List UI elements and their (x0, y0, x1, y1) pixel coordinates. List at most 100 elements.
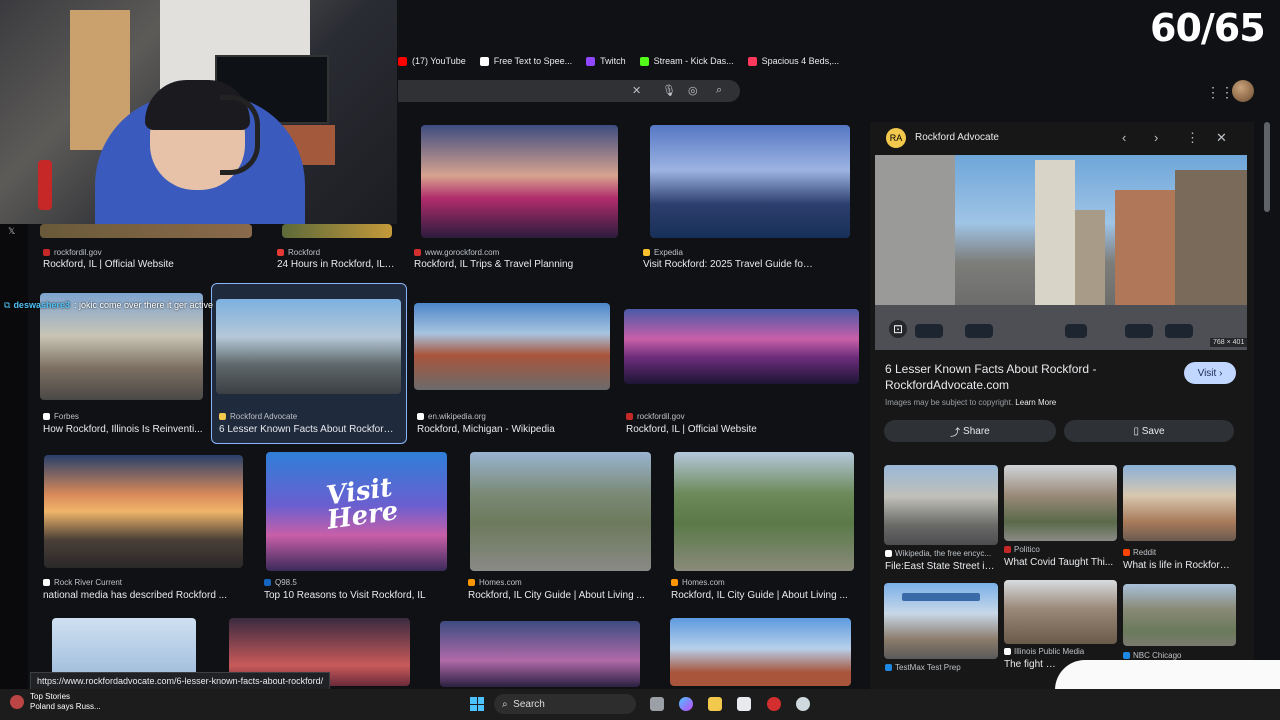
favicon-icon (643, 249, 650, 256)
result-source: Q98.5 (264, 578, 297, 587)
related-image[interactable] (1004, 580, 1117, 644)
related-title[interactable]: The fight to e (1004, 659, 1056, 670)
result-image-8[interactable] (624, 309, 859, 384)
related-title[interactable]: What Covid Taught Thi... (1004, 557, 1116, 568)
related-image[interactable] (884, 583, 998, 659)
save-button[interactable]: ▯ Save (1064, 420, 1234, 442)
related-source: Politico (1004, 545, 1040, 554)
result-image-7[interactable] (414, 303, 610, 390)
twitch-icon (586, 56, 596, 66)
result-title[interactable]: 6 Lesser Known Facts About Rockford ... (219, 424, 399, 435)
previous-icon[interactable]: ‹ (1122, 130, 1126, 145)
news-widget[interactable]: Top Stories Poland says Russ... (10, 692, 101, 712)
left-edge-strip (0, 224, 28, 694)
favicon-icon (43, 579, 50, 586)
result-image-12[interactable] (674, 452, 854, 571)
taskbar-search[interactable]: ⌕ Search (494, 694, 636, 714)
store-icon[interactable] (737, 697, 751, 711)
bookmark-airbnb[interactable]: Spacious 4 Beds,... (747, 56, 839, 66)
related-title[interactable]: What is life in Rockford,... (1123, 560, 1235, 571)
windows-taskbar (0, 689, 1280, 720)
favicon-icon (1123, 549, 1130, 556)
favicon-icon (414, 249, 421, 256)
result-title[interactable]: Visit Rockford: 2025 Travel Guide for ..… (643, 259, 815, 270)
news-icon (10, 695, 24, 709)
search-input[interactable]: ✕ 🎙 ◎ ⌕ (398, 80, 740, 102)
result-source: Rock River Current (43, 578, 122, 587)
result-title[interactable]: Rockford, IL City Guide | About Living .… (468, 590, 658, 601)
related-source: TestMax Test Prep (885, 663, 961, 672)
preview-image[interactable] (875, 155, 1247, 350)
related-source: NBC Chicago (1123, 651, 1181, 660)
result-title[interactable]: Rockford, IL | Official Website (626, 424, 826, 435)
close-icon[interactable]: ✕ (1216, 130, 1227, 146)
result-image-16[interactable] (670, 618, 851, 686)
result-image-6[interactable] (216, 299, 401, 394)
bookmark-kick[interactable]: Stream - Kick Das... (639, 56, 734, 66)
favicon-icon (1004, 648, 1011, 655)
related-image[interactable] (1004, 465, 1117, 541)
bookmark-twitch[interactable]: Twitch (586, 56, 626, 66)
source-logo-icon: RA (886, 128, 906, 148)
related-image[interactable] (884, 465, 998, 545)
microphone-icon[interactable]: 🎙 (662, 84, 676, 97)
result-title[interactable]: national media has described Rockford ..… (43, 590, 233, 601)
chat-badge-icon: ⧉ (4, 299, 11, 310)
account-avatar[interactable] (1232, 80, 1254, 102)
windows-start-icon[interactable] (470, 697, 484, 711)
favicon-icon (885, 550, 892, 557)
result-title[interactable]: Top 10 Reasons to Visit Rockford, IL (264, 590, 454, 601)
task-view-icon[interactable] (650, 697, 664, 711)
link-status-url: https://www.rockfordadvocate.com/6-lesse… (30, 672, 331, 690)
panel-source-name[interactable]: Rockford Advocate (915, 132, 999, 143)
lens-search-icon[interactable]: ⊡ (889, 320, 907, 338)
bookmark-tts[interactable]: Free Text to Spee... (479, 56, 572, 66)
app-icon[interactable] (796, 697, 810, 711)
result-image-10[interactable]: Visit Here (266, 452, 447, 571)
favicon-icon (1123, 652, 1130, 659)
result-title[interactable]: Rockford, Michigan - Wikipedia (417, 424, 607, 435)
more-options-icon[interactable]: ⋮ (1186, 130, 1199, 146)
result-image-11[interactable] (470, 452, 651, 571)
learn-more-link[interactable]: Learn More (1015, 398, 1056, 407)
bookmark-youtube[interactable]: (17) YouTube (398, 56, 466, 66)
result-image-4[interactable] (650, 125, 850, 238)
result-source: Rockford Advocate (219, 412, 297, 421)
result-title[interactable]: How Rockford, Illinois Is Reinventi... (43, 424, 203, 435)
result-image-9[interactable] (44, 455, 243, 568)
opera-icon[interactable] (767, 697, 781, 711)
panel-title[interactable]: 6 Lesser Known Facts About Rockford - Ro… (885, 361, 1165, 393)
next-icon[interactable]: › (1154, 130, 1158, 145)
related-image[interactable] (1123, 465, 1236, 541)
webcam-bottle (38, 160, 52, 210)
panel-scrollbar[interactable] (1264, 122, 1270, 212)
file-explorer-icon[interactable] (708, 697, 722, 711)
result-title[interactable]: Rockford, IL | Official Website (43, 259, 243, 270)
webcam-overlay (0, 0, 397, 224)
result-image-1[interactable] (40, 224, 252, 238)
result-image-2[interactable] (282, 224, 392, 238)
result-source: Homes.com (671, 578, 725, 587)
visit-button[interactable]: Visit › (1184, 362, 1236, 384)
related-image[interactable] (1123, 584, 1236, 646)
result-image-15[interactable] (440, 621, 640, 687)
favicon-icon (43, 413, 50, 420)
related-title[interactable]: File:East State Street in... (885, 561, 997, 572)
bookmark-icon: ▯ (1133, 425, 1139, 437)
related-source: Illinois Public Media (1004, 647, 1084, 656)
x-icon[interactable]: 𝕏 (8, 226, 15, 237)
result-image-3[interactable] (421, 125, 618, 238)
copilot-icon[interactable] (679, 697, 693, 711)
result-source: en.wikipedia.org (417, 412, 486, 421)
youtube-icon (398, 56, 407, 66)
share-button[interactable]: ⤴ Share (884, 420, 1056, 442)
result-title[interactable]: Rockford, IL City Guide | About Living .… (671, 590, 861, 601)
result-title[interactable]: 24 Hours in Rockford, IL ... (277, 259, 395, 270)
bookmarks-bar: (17) YouTube Free Text to Spee... Twitch… (398, 50, 1280, 72)
search-icon[interactable]: ⌕ (716, 84, 722, 97)
favicon-icon (671, 579, 678, 586)
result-title[interactable]: Rockford, IL Trips & Travel Planning (414, 259, 624, 270)
lens-icon[interactable]: ◎ (688, 84, 698, 97)
clear-icon[interactable]: ✕ (632, 84, 641, 97)
airbnb-icon (747, 56, 757, 66)
